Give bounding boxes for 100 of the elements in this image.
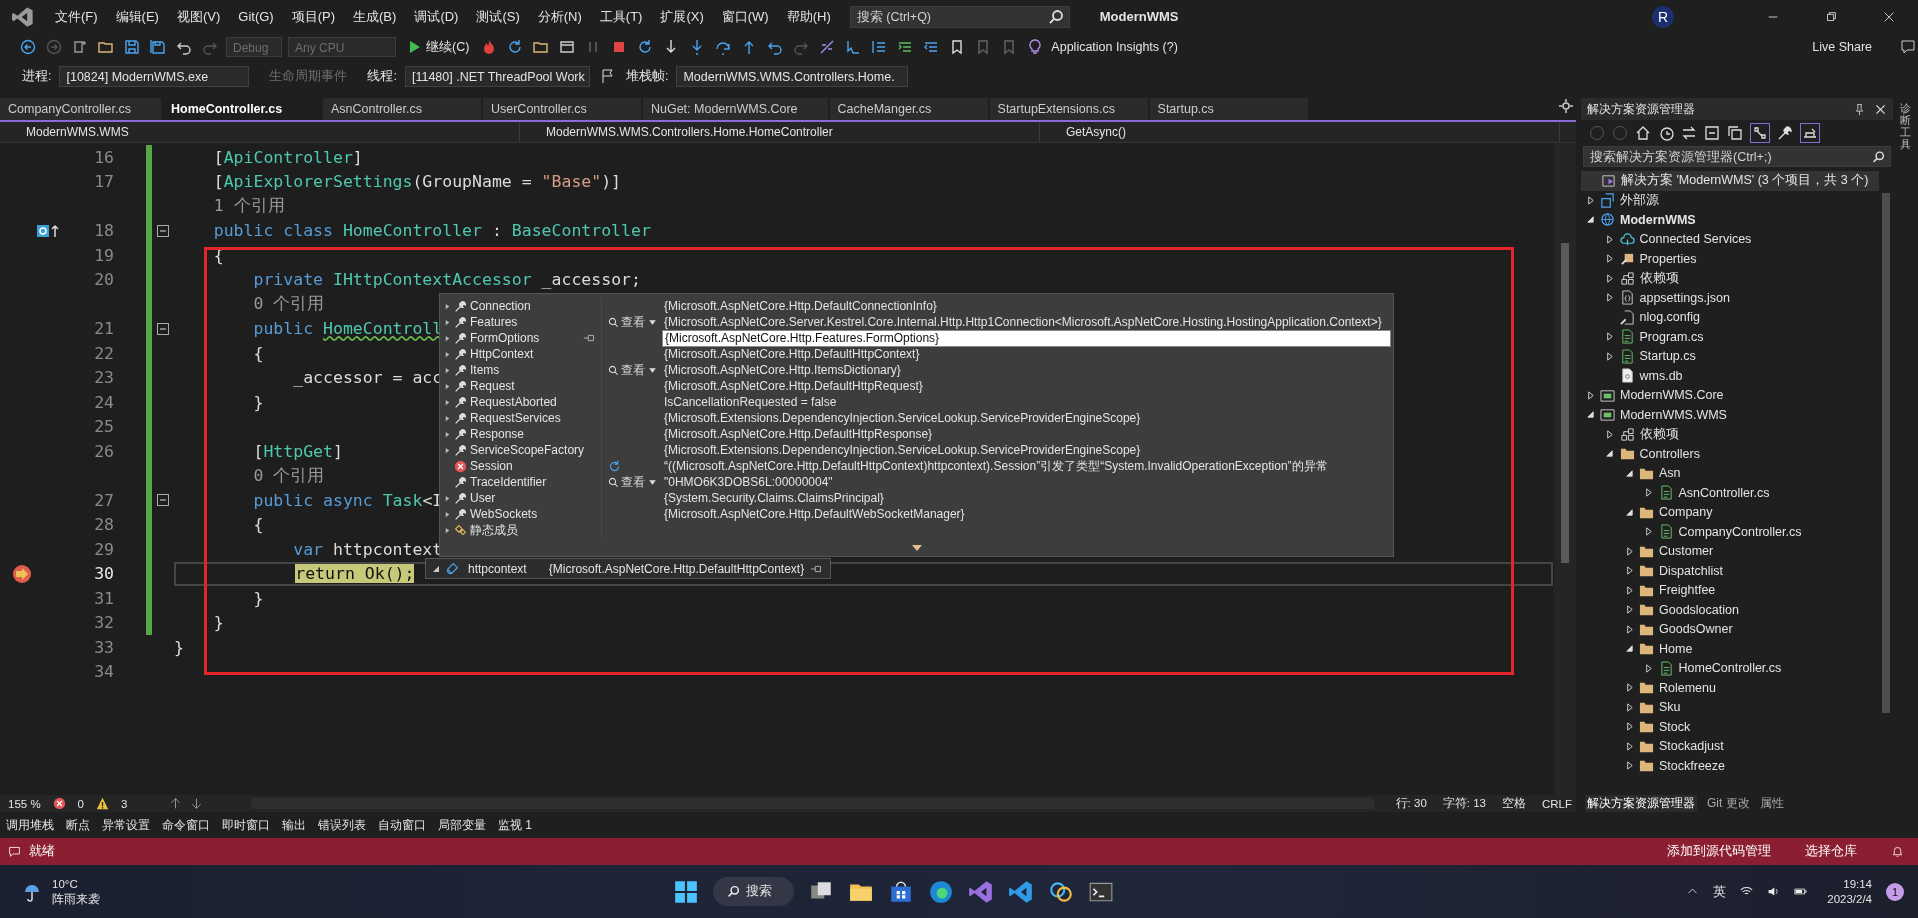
expand-icon[interactable] — [443, 350, 451, 358]
reference-count[interactable]: 0 个引用 — [253, 293, 325, 316]
menu-item[interactable]: 扩展(X) — [651, 7, 713, 26]
tree-item[interactable]: Stock — [1659, 719, 1691, 734]
menu-item[interactable]: 窗口(W) — [712, 7, 778, 26]
expander-icon[interactable] — [1605, 234, 1614, 244]
collapse-icon[interactable] — [157, 224, 169, 237]
home-icon[interactable] — [1635, 125, 1651, 141]
scrollbar[interactable] — [1554, 143, 1576, 795]
panel-tab[interactable]: Git 更改 — [1707, 794, 1750, 812]
editor-icon[interactable] — [1007, 878, 1034, 905]
expander-icon[interactable] — [1624, 722, 1634, 732]
menu-item[interactable]: 生成(B) — [344, 7, 406, 26]
tree-item[interactable]: Goodslocation — [1659, 602, 1739, 617]
cursor-icon[interactable] — [845, 39, 862, 55]
indent-indicator[interactable]: 空格 — [1497, 796, 1530, 811]
expander-icon[interactable] — [1624, 566, 1634, 576]
collapse-all-icon[interactable] — [1704, 125, 1720, 141]
view-toggle-icon[interactable] — [1750, 123, 1770, 143]
step-over-icon[interactable] — [715, 39, 732, 55]
error-icon[interactable] — [52, 797, 66, 810]
volume-icon[interactable] — [1767, 885, 1781, 898]
tool-window-tab[interactable]: 错误列表 — [318, 816, 366, 834]
tree-item[interactable]: wms.db — [1639, 368, 1683, 383]
tree-item[interactable]: Connected Services — [1639, 232, 1752, 247]
warning-count[interactable]: 3 — [117, 797, 132, 810]
tree-item[interactable]: ModernWMS.WMS — [1620, 407, 1727, 422]
expander-icon[interactable] — [1624, 546, 1634, 556]
arrow-down-icon[interactable] — [190, 797, 204, 810]
column-indicator[interactable]: 字符: 13 — [1438, 796, 1490, 811]
expander-icon[interactable] — [1605, 254, 1614, 264]
add-to-source-control-button[interactable]: 添加到源代码管理 — [1667, 843, 1771, 860]
document-tab[interactable]: Startup.cs — [1149, 98, 1308, 120]
member-value[interactable]: {Microsoft.Extensions.DependencyInjection.ServiceLookup.ServiceProviderEngineScope} — [662, 442, 1147, 458]
stack-frame-dropdown[interactable]: ModernWMS.WMS.Controllers.Home. — [676, 65, 909, 87]
document-tab[interactable]: AsnController.cs — [322, 98, 481, 120]
scroll-thumb[interactable] — [1882, 193, 1890, 713]
expand-icon[interactable] — [443, 382, 451, 390]
panel-tab[interactable]: 解决方案资源管理器 — [1585, 794, 1697, 812]
tree-item[interactable]: AsnController.cs — [1678, 485, 1770, 500]
list-icon[interactable] — [871, 39, 888, 55]
expander-icon[interactable] — [1624, 468, 1634, 478]
expander-icon[interactable] — [1605, 351, 1614, 361]
start-icon[interactable] — [672, 878, 699, 905]
sync-icon[interactable] — [1681, 125, 1697, 141]
menu-item[interactable]: 分析(N) — [528, 7, 591, 26]
expander-icon[interactable] — [1624, 585, 1634, 595]
tool-window-tab[interactable]: 异常设置 — [102, 816, 150, 834]
member-value[interactable]: {System.Security.Claims.ClaimsPrincipal} — [662, 490, 890, 506]
document-tab[interactable]: NuGet: ModernWMS.Core — [642, 98, 828, 120]
menu-item[interactable]: 测试(S) — [467, 7, 529, 26]
expand-icon[interactable] — [443, 302, 451, 310]
history-icon[interactable] — [1658, 125, 1674, 141]
type-dropdown[interactable]: ModernWMS.WMS.Controllers.Home.HomeController — [520, 122, 1040, 142]
member-value[interactable]: “((Microsoft.AspNetCore.Http.DefaultHttpContext)httpcontext).Session”引发了类型“System.InvalidOperationException”的异常 — [662, 458, 1334, 474]
battery-icon[interactable] — [1794, 885, 1808, 898]
copy-icon[interactable] — [1727, 125, 1743, 141]
indent-icon[interactable] — [897, 39, 914, 55]
account-avatar[interactable]: R — [1652, 5, 1674, 28]
expand-icon[interactable] — [443, 446, 451, 454]
close-icon[interactable] — [1874, 102, 1887, 116]
reference-count[interactable]: 1 个引用 — [213, 195, 285, 218]
tree-item[interactable]: GoodsOwner — [1659, 622, 1733, 637]
menu-item[interactable]: 帮助(H) — [777, 7, 840, 26]
view-button[interactable]: 查看 — [608, 313, 658, 331]
warning-icon[interactable] — [96, 797, 109, 810]
expander-icon[interactable] — [1624, 644, 1634, 654]
member-value[interactable]: {Microsoft.AspNetCore.Http.DefaultWebSocketManager} — [662, 506, 971, 522]
pin-icon[interactable] — [583, 333, 597, 343]
document-tab[interactable]: StartupExtensions.cs — [989, 98, 1148, 120]
tree-item[interactable]: 依赖项 — [1639, 425, 1679, 443]
tree-item[interactable]: Asn — [1659, 466, 1681, 481]
expander-icon[interactable] — [1624, 605, 1634, 615]
tree-item[interactable]: nlog.config — [1639, 310, 1700, 325]
member-value[interactable]: {Microsoft.AspNetCore.Http.DefaultConnectionInfo} — [662, 298, 943, 314]
side-tab[interactable]: 诊断工具 — [1900, 102, 1911, 812]
live-share-button[interactable]: Live Share — [1812, 40, 1872, 54]
notification-badge[interactable]: 1 — [1886, 882, 1904, 901]
view-button[interactable]: 查看 — [608, 473, 658, 491]
tool-window-tab[interactable]: 局部变量 — [438, 816, 486, 834]
window-icon[interactable] — [559, 39, 576, 55]
line-indicator[interactable]: 行: 30 — [1391, 796, 1431, 811]
tree-item[interactable]: CompanyController.cs — [1678, 524, 1802, 539]
tool-window-tab[interactable]: 命令窗口 — [162, 816, 210, 834]
member-value[interactable]: {Microsoft.AspNetCore.Http.ItemsDictionary} — [662, 362, 907, 378]
taskbar-search[interactable]: 搜索 — [712, 877, 794, 906]
refresh-icon[interactable] — [608, 459, 621, 473]
expander-icon[interactable] — [1585, 410, 1595, 420]
expander-icon[interactable] — [1605, 273, 1614, 283]
menu-item[interactable]: 编辑(E) — [106, 7, 168, 26]
member-value[interactable]: {Microsoft.AspNetCore.Http.Features.FormOptions} — [662, 329, 1391, 347]
expander-icon[interactable] — [1624, 683, 1634, 693]
expander-icon[interactable] — [1605, 293, 1614, 303]
preview-icon[interactable] — [1800, 123, 1820, 143]
expand-icon[interactable] — [443, 398, 451, 406]
tool-window-tab[interactable]: 输出 — [282, 816, 306, 834]
expand-icon[interactable] — [443, 430, 451, 438]
tree-item[interactable]: Company — [1659, 505, 1713, 520]
settings-icon[interactable] — [1558, 98, 1574, 114]
tree-item[interactable]: Stockfreeze — [1659, 758, 1725, 773]
